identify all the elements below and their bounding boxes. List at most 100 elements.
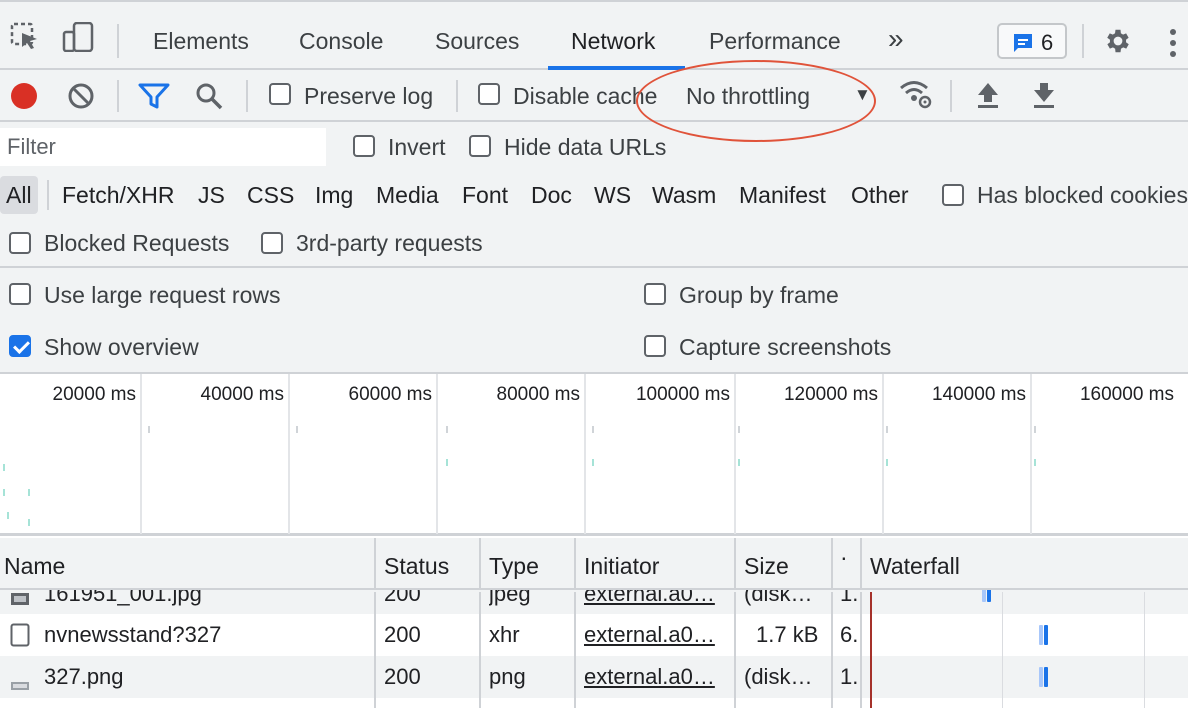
overview-gridline: [436, 374, 438, 534]
overview-gridline: [584, 374, 586, 534]
type-filter-font[interactable]: Font: [462, 182, 508, 209]
has-blocked-cookies-label: Has blocked cookies: [977, 182, 1188, 208]
column-separator[interactable]: [831, 538, 833, 590]
type-filter-media[interactable]: Media: [376, 182, 439, 209]
overview-activity-mark: [1034, 426, 1036, 433]
overview-time-label: 60000 ms: [348, 384, 432, 405]
import-har-icon[interactable]: [976, 82, 1000, 116]
inspect-element-icon[interactable]: [10, 22, 40, 58]
toolbar-separator: [950, 80, 952, 112]
type-filter-css[interactable]: CSS: [247, 182, 294, 209]
show-overview-checkbox[interactable]: [9, 335, 31, 357]
tab-sources[interactable]: Sources: [435, 28, 519, 55]
request-initiator[interactable]: external.a0…: [584, 622, 729, 648]
column-header-status[interactable]: Status: [384, 553, 449, 580]
column-separator[interactable]: [374, 538, 376, 590]
column-header-name[interactable]: Name: [4, 553, 65, 580]
column-separator[interactable]: [479, 538, 481, 590]
type-filter-fetch-xhr[interactable]: Fetch/XHR: [62, 182, 174, 209]
toolbar-separator: [246, 80, 248, 112]
more-tabs-button[interactable]: »: [888, 23, 904, 55]
network-settings-pane: Use large request rows Group by frame Sh…: [0, 268, 1188, 374]
group-by-frame-checkbox[interactable]: [644, 283, 666, 305]
column-header-waterfall[interactable]: Waterfall: [870, 553, 960, 580]
preserve-log-checkbox[interactable]: [269, 83, 291, 105]
type-filter-all[interactable]: All: [0, 176, 38, 214]
gear-icon[interactable]: [1103, 26, 1133, 62]
hide-data-urls-checkbox[interactable]: [469, 135, 491, 157]
overview-activity-mark: [296, 426, 298, 433]
large-rows-checkbox[interactable]: [9, 283, 31, 305]
type-filter-other[interactable]: Other: [851, 182, 909, 209]
third-party-checkbox[interactable]: [261, 232, 283, 254]
invert-checkbox[interactable]: [353, 135, 375, 157]
toolbar-separator: [456, 80, 458, 112]
has-blocked-cookies-checkbox[interactable]: [942, 184, 964, 206]
type-filter-js[interactable]: JS: [198, 182, 225, 209]
tab-console[interactable]: Console: [299, 28, 383, 55]
column-separator[interactable]: [831, 592, 833, 708]
blocked-requests-checkbox[interactable]: [9, 232, 31, 254]
record-button[interactable]: [10, 81, 40, 117]
more-options-icon[interactable]: [1166, 28, 1180, 64]
column-separator[interactable]: [479, 592, 481, 708]
overview-gridline: [734, 374, 736, 534]
request-initiator[interactable]: external.a0…: [584, 664, 729, 690]
column-separator[interactable]: [860, 538, 862, 590]
tab-separator: [1082, 24, 1084, 58]
disable-cache-checkbox[interactable]: [478, 83, 500, 105]
third-party-label: 3rd-party requests: [296, 230, 483, 256]
export-har-icon[interactable]: [1032, 82, 1056, 116]
column-header-size[interactable]: Size: [744, 553, 789, 580]
overview-activity-mark: [1034, 459, 1036, 466]
filter-icon[interactable]: [138, 82, 170, 116]
column-separator[interactable]: [734, 538, 736, 590]
type-filter-ws[interactable]: WS: [594, 182, 631, 209]
column-separator[interactable]: [374, 592, 376, 708]
network-toolbar: Preserve log Disable cache No throttling…: [0, 70, 1188, 122]
request-name: 327.png: [44, 664, 124, 689]
message-icon: [1014, 34, 1032, 52]
overview-time-label: 40000 ms: [200, 384, 284, 405]
issues-count: 6: [1041, 30, 1054, 55]
column-separator[interactable]: [574, 592, 576, 708]
waterfall-bar: [1044, 667, 1048, 687]
network-overview[interactable]: 20000 ms 40000 ms 60000 ms 80000 ms 1000…: [0, 374, 1188, 536]
column-header-time[interactable]: ·: [840, 544, 848, 571]
search-icon[interactable]: [195, 82, 223, 116]
resource-type-filter: All Fetch/XHR JS CSS Img Media Font Doc …: [0, 172, 1188, 218]
capture-screenshots-checkbox[interactable]: [644, 335, 666, 357]
type-filter-doc[interactable]: Doc: [531, 182, 572, 209]
filter-input[interactable]: [0, 128, 326, 166]
clear-icon[interactable]: [67, 82, 95, 116]
overview-activity-mark: [446, 426, 448, 433]
column-separator[interactable]: [860, 592, 862, 708]
tab-separator: [117, 24, 119, 58]
device-toolbar-icon[interactable]: [62, 21, 96, 58]
request-type: xhr: [489, 622, 520, 647]
column-separator[interactable]: [734, 592, 736, 708]
hide-data-urls-label: Hide data URLs: [504, 134, 667, 160]
type-filter-manifest[interactable]: Manifest: [739, 182, 826, 209]
type-filter-wasm[interactable]: Wasm: [652, 182, 716, 209]
request-filter-row: Blocked Requests 3rd-party requests: [0, 218, 1188, 268]
issues-button[interactable]: 6: [997, 23, 1067, 59]
network-conditions-icon[interactable]: [898, 78, 934, 116]
overview-activity-mark: [592, 426, 594, 433]
column-header-type[interactable]: Type: [489, 553, 539, 580]
table-row[interactable]: nvnewsstand?327 200 xhr external.a0… 1.7…: [0, 614, 1188, 656]
invert-label: Invert: [388, 134, 446, 160]
large-rows-label: Use large request rows: [44, 282, 281, 308]
column-header-initiator[interactable]: Initiator: [584, 553, 659, 580]
overview-activity-mark: [28, 519, 30, 526]
tab-performance[interactable]: Performance: [709, 28, 841, 55]
overview-activity-mark: [7, 512, 9, 519]
table-row[interactable]: 327.png 200 png external.a0… (disk… 1.: [0, 656, 1188, 698]
type-filter-img[interactable]: Img: [315, 182, 353, 209]
overview-activity-mark: [28, 489, 30, 496]
tab-elements[interactable]: Elements: [153, 28, 249, 55]
tab-network[interactable]: Network: [571, 28, 655, 55]
overview-time-label: 100000 ms: [635, 384, 730, 405]
request-status: 200: [384, 664, 421, 689]
column-separator[interactable]: [574, 538, 576, 590]
